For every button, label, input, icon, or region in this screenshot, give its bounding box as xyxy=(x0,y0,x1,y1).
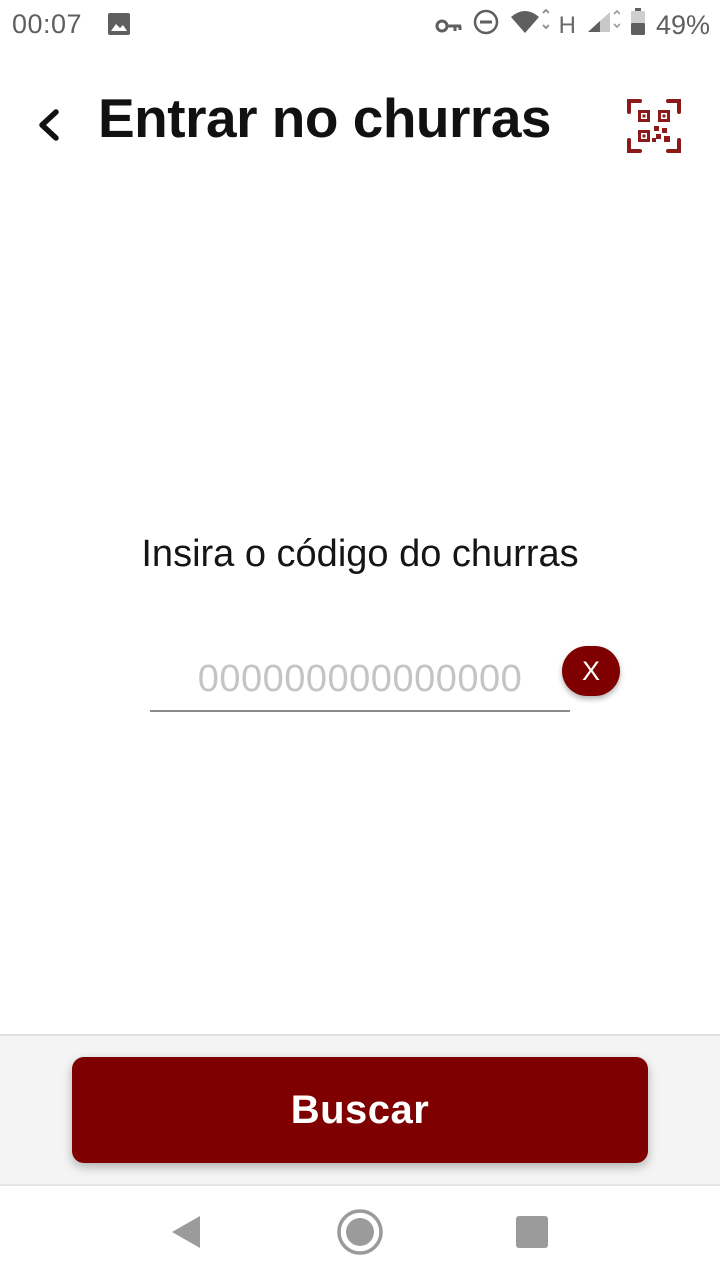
nav-recents-icon[interactable] xyxy=(516,1216,548,1248)
battery-icon xyxy=(630,8,646,43)
nav-home-icon[interactable] xyxy=(336,1208,384,1261)
search-button[interactable]: Buscar xyxy=(72,1057,648,1163)
clear-label: X xyxy=(581,655,600,686)
code-input[interactable] xyxy=(150,648,570,712)
qr-code-icon xyxy=(627,99,681,153)
code-prompt: Insira o código do churras xyxy=(141,533,579,575)
wifi-icon xyxy=(509,8,550,42)
clear-code-button[interactable]: X xyxy=(562,646,620,696)
vpn-key-icon xyxy=(435,10,463,41)
nav-back-icon[interactable] xyxy=(168,1212,204,1257)
qr-scan-button[interactable] xyxy=(626,98,682,154)
signal-icon xyxy=(586,9,621,41)
status-bar: 00:07 H 49% xyxy=(0,0,720,50)
chevron-left-icon xyxy=(39,109,59,141)
navigation-bar xyxy=(0,1188,720,1280)
network-type: H xyxy=(558,11,576,39)
page-title: Entrar no churras xyxy=(98,87,552,149)
battery-percentage: 49% xyxy=(655,10,710,40)
status-icons: H 49% xyxy=(435,8,710,43)
gallery-icon xyxy=(107,12,131,43)
status-time: 00:07 xyxy=(12,9,83,39)
back-button[interactable] xyxy=(30,100,74,150)
do-not-disturb-icon xyxy=(473,9,499,42)
screen: 00:07 H 49% Entrar no churras Insira o c… xyxy=(0,0,720,1280)
